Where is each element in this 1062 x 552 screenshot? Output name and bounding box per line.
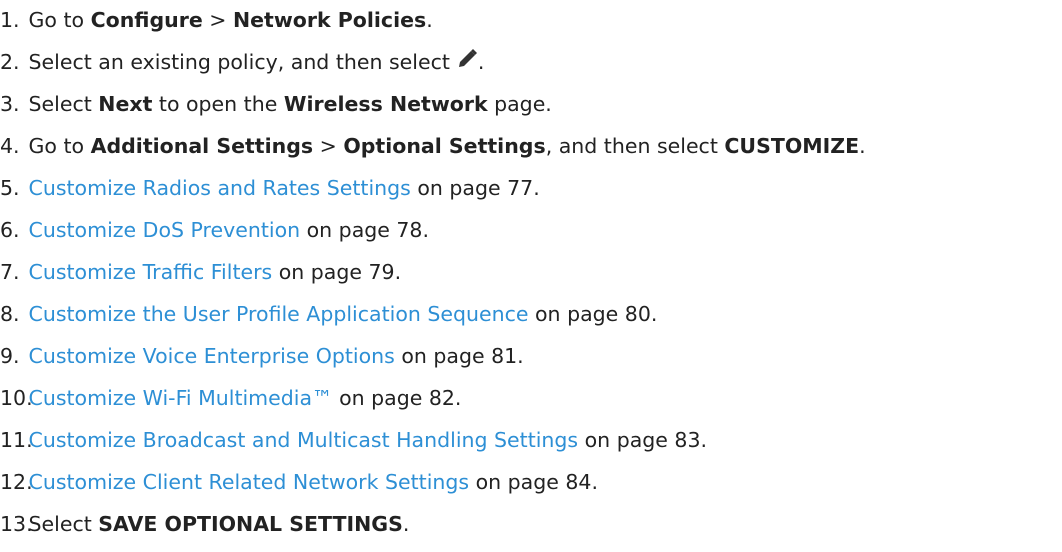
link-customize-client-network-settings[interactable]: Customize Client Related Network Setting… (29, 470, 470, 494)
step-number: 4. (0, 134, 20, 158)
step-text: Select Next to open the Wireless Network… (28, 92, 552, 116)
ui-label-network-policies: Network Policies (233, 8, 427, 32)
step-text: Customize the User Profile Application S… (28, 302, 658, 326)
step-11: 11. Customize Broadcast and Multicast Ha… (0, 420, 707, 461)
link-customize-dos-prevention[interactable]: Customize DoS Prevention (29, 218, 301, 242)
pencil-icon (456, 43, 478, 67)
step-13: 13. Select SAVE OPTIONAL SETTINGS. (0, 504, 409, 545)
step-text: Select an existing policy, and then sele… (29, 42, 484, 83)
step-number: 5. (0, 176, 20, 200)
step-5: 5. Customize Radios and Rates Settings o… (0, 168, 540, 209)
step-number: 9. (0, 344, 20, 368)
step-number: 2. (0, 50, 20, 74)
step-number: 6. (0, 218, 20, 242)
step-number: 12. (0, 470, 33, 494)
step-1: 1. Go to Configure > Network Policies. (0, 0, 433, 41)
ui-label-customize: CUSTOMIZE (724, 134, 860, 158)
step-text: Customize Client Related Network Setting… (28, 470, 598, 494)
step-number: 10. (0, 386, 33, 410)
step-number: 8. (0, 302, 20, 326)
step-4: 4. Go to Additional Settings > Optional … (0, 126, 866, 167)
step-text: Customize DoS Prevention on page 78. (28, 218, 429, 242)
step-number: 7. (0, 260, 20, 284)
ui-label-save-optional-settings: SAVE OPTIONAL SETTINGS (98, 512, 403, 536)
step-text: Customize Radios and Rates Settings on p… (28, 176, 540, 200)
link-customize-voice-enterprise[interactable]: Customize Voice Enterprise Options (29, 344, 395, 368)
step-text: Customize Traffic Filters on page 79. (28, 260, 402, 284)
procedure-steps-list: 1. Go to Configure > Network Policies. 2… (0, 0, 1062, 552)
ui-label-next: Next (98, 92, 153, 116)
ui-label-configure: Configure (90, 8, 203, 32)
link-customize-broadcast-multicast[interactable]: Customize Broadcast and Multicast Handli… (29, 428, 579, 452)
step-text: Customize Voice Enterprise Options on pa… (28, 344, 524, 368)
step-8: 8. Customize the User Profile Applicatio… (0, 294, 657, 335)
step-text: Go to Additional Settings > Optional Set… (28, 134, 866, 158)
step-number: 11. (0, 428, 33, 452)
step-7: 7. Customize Traffic Filters on page 79. (0, 252, 401, 293)
step-number: 1. (0, 8, 20, 32)
step-text: Select SAVE OPTIONAL SETTINGS. (28, 512, 410, 536)
ui-label-additional-settings: Additional Settings (90, 134, 314, 158)
step-2: 2. Select an existing policy, and then s… (0, 42, 484, 83)
step-9: 9. Customize Voice Enterprise Options on… (0, 336, 524, 377)
link-customize-wifi-multimedia[interactable]: Customize Wi-Fi Multimedia™ (29, 386, 333, 410)
step-number: 3. (0, 92, 20, 116)
step-12: 12. Customize Client Related Network Set… (0, 462, 598, 503)
link-customize-traffic-filters[interactable]: Customize Traffic Filters (29, 260, 273, 284)
link-customize-user-profile-sequence[interactable]: Customize the User Profile Application S… (29, 302, 529, 326)
step-text: Customize Broadcast and Multicast Handli… (28, 428, 708, 452)
step-6: 6. Customize DoS Prevention on page 78. (0, 210, 429, 251)
ui-label-wireless-network: Wireless Network (283, 92, 488, 116)
step-10: 10. Customize Wi-Fi Multimedia™ on page … (0, 378, 461, 419)
step-text: Go to Configure > Network Policies. (28, 8, 433, 32)
link-customize-radios-and-rates[interactable]: Customize Radios and Rates Settings (29, 176, 411, 200)
step-3: 3. Select Next to open the Wireless Netw… (0, 84, 552, 125)
ui-label-optional-settings: Optional Settings (343, 134, 546, 158)
step-text: Customize Wi-Fi Multimedia™ on page 82. (28, 386, 462, 410)
step-number: 13. (0, 512, 33, 536)
